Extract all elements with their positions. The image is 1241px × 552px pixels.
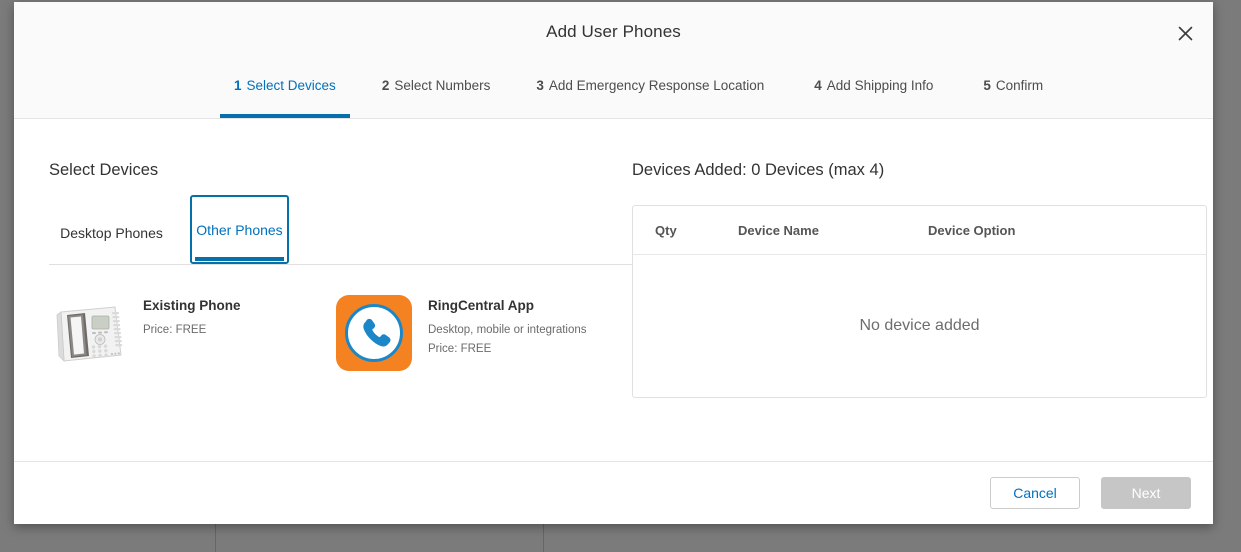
close-icon[interactable] xyxy=(1171,19,1199,47)
tab-other-phones[interactable]: Other Phones xyxy=(190,195,289,264)
wizard-step-4-label: Add Shipping Info xyxy=(826,78,934,93)
device-tabs-divider xyxy=(49,264,633,265)
device-price: Price: FREE xyxy=(143,324,207,336)
tab-desktop-phones[interactable]: Desktop Phones xyxy=(49,202,174,264)
wizard-step-3-label: Add Emergency Response Location xyxy=(548,78,765,93)
device-name: Existing Phone xyxy=(143,298,241,313)
wizard-step-5-number: 5 xyxy=(983,78,991,93)
select-devices-panel: Select Devices Desktop Phones Other Phon… xyxy=(34,161,633,371)
wizard-step-4-number: 4 xyxy=(814,78,822,93)
tab-desktop-phones-label: Desktop Phones xyxy=(60,225,163,241)
wizard-step-3[interactable]: 3 Add Emergency Response Location xyxy=(522,64,778,118)
device-card-ringcentral-app-info: RingCentral App Desktop, mobile or integ… xyxy=(428,293,587,357)
device-card-existing-phone-info: Existing Phone Price: FREE xyxy=(143,293,241,339)
device-description: Desktop, mobile or integrations xyxy=(428,324,587,336)
device-name: RingCentral App xyxy=(428,298,534,313)
device-card-existing-phone[interactable]: Existing Phone Price: FREE xyxy=(34,293,324,373)
devices-table-empty-state: No device added xyxy=(859,317,980,334)
wizard-step-2-label: Select Numbers xyxy=(394,78,491,93)
wizard-step-1-number: 1 xyxy=(234,78,242,93)
wizard-steps: 1 Select Devices 2 Select Numbers 3 Add Eme… xyxy=(14,64,1213,118)
devices-added-table: Qty Device Name Device Option No device … xyxy=(632,205,1207,398)
background-column-divider xyxy=(215,524,216,552)
background-column-divider-secondary xyxy=(543,524,544,552)
wizard-step-3-number: 3 xyxy=(536,78,544,93)
tab-other-phones-label: Other Phones xyxy=(196,221,283,238)
wizard-step-4[interactable]: 4 Add Shipping Info xyxy=(800,64,947,118)
wizard-step-5-label: Confirm xyxy=(995,78,1044,93)
wizard-step-5[interactable]: 5 Confirm xyxy=(969,64,1057,118)
device-options-list: Existing Phone Price: FREE RingCentral A… xyxy=(34,293,624,373)
add-user-phones-dialog: Add User Phones 1 Select Devices 2 Select … xyxy=(14,2,1213,524)
devices-added-panel: Devices Added: 0 Devices (max 4) Qty Dev… xyxy=(632,161,1207,398)
device-card-ringcentral-app[interactable]: RingCentral App Desktop, mobile or integ… xyxy=(324,293,614,373)
select-devices-heading: Select Devices xyxy=(49,161,159,179)
column-header-device-name: Device Name xyxy=(738,222,819,238)
wizard-step-1-label: Select Devices xyxy=(246,78,336,93)
wizard-step-1[interactable]: 1 Select Devices xyxy=(220,64,350,118)
cancel-button[interactable]: Cancel xyxy=(990,477,1080,509)
column-header-device-option: Device Option xyxy=(928,222,1016,238)
wizard-step-2[interactable]: 2 Select Numbers xyxy=(368,64,505,118)
dialog-header: Add User Phones 1 Select Devices 2 Select … xyxy=(14,2,1213,119)
wizard-step-2-number: 2 xyxy=(381,78,390,93)
dialog-body: Select Devices Desktop Phones Other Phon… xyxy=(14,119,1213,461)
devices-added-heading: Devices Added: 0 Devices (max 4) xyxy=(632,161,885,179)
device-price: Price: FREE xyxy=(428,342,492,355)
column-header-qty: Qty xyxy=(655,222,677,238)
dialog-title: Add User Phones xyxy=(546,22,681,41)
phone-handset-icon xyxy=(363,318,391,347)
desk-phone-image xyxy=(49,293,129,373)
devices-table-header-row: Qty Device Name Device Option xyxy=(633,206,1206,255)
dialog-footer: Cancel Next xyxy=(14,461,1213,524)
device-category-tabs: Desktop Phones Other Phones xyxy=(34,195,633,272)
ringcentral-app-icon xyxy=(334,293,414,373)
next-button[interactable]: Next xyxy=(1101,477,1191,509)
